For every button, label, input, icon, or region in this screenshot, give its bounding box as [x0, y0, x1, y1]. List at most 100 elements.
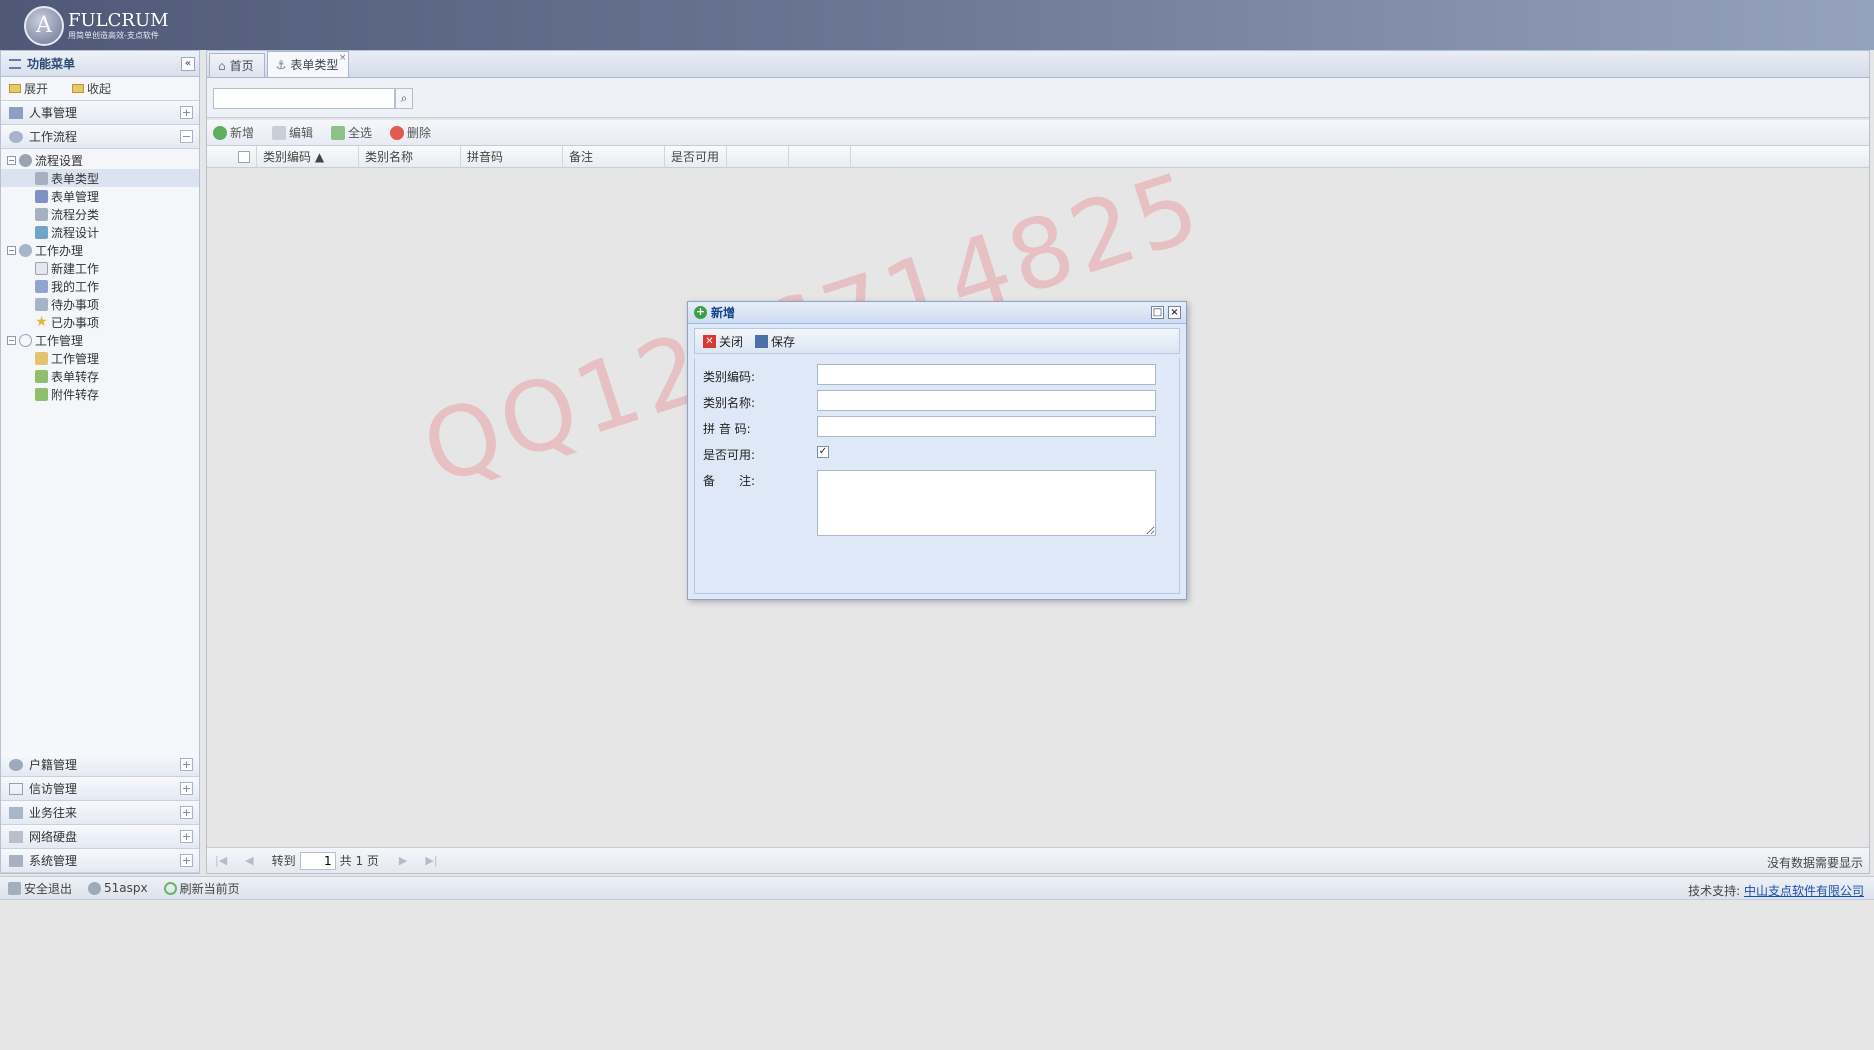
- expand-icon[interactable]: +: [180, 830, 193, 843]
- logout-button[interactable]: 安全退出: [8, 880, 72, 897]
- tab-form-type[interactable]: ⚓ 表单类型 ×: [266, 51, 350, 77]
- save-icon: [755, 334, 769, 348]
- pinyin-input[interactable]: [817, 416, 1156, 437]
- tree-node-form-manage[interactable]: 表单管理: [1, 187, 199, 205]
- disk-icon: [9, 830, 23, 843]
- sidebar-group-workflow[interactable]: 工作流程 −: [1, 125, 199, 149]
- edit-button[interactable]: 编辑: [272, 124, 313, 141]
- add-button[interactable]: 新增: [213, 124, 254, 141]
- next-page-icon[interactable]: ▶: [399, 854, 407, 867]
- company-link[interactable]: 中山支点软件有限公司: [1744, 884, 1864, 898]
- tree-node-flow-design[interactable]: 流程设计: [1, 223, 199, 241]
- tree-toggle-icon[interactable]: −: [7, 335, 16, 345]
- tree-node-form-type[interactable]: 表单类型: [1, 169, 199, 187]
- sidebar-group-petition[interactable]: 信访管理 +: [1, 777, 199, 801]
- sidebar-bottom-groups: 户籍管理 + 信访管理 + 业务往来 + 网络硬盘 + 系统管理 +: [1, 753, 199, 873]
- tree-node-work-manage-sub[interactable]: 工作管理: [1, 349, 199, 367]
- column-header-pinyin[interactable]: 拼音码: [461, 145, 563, 168]
- tree-node-done[interactable]: ★ 已办事项: [1, 313, 199, 331]
- dialog-toolbar: ✕ 关闭 保存: [694, 328, 1180, 354]
- refresh-icon: [163, 881, 177, 895]
- anchor-icon: ⚓: [275, 57, 287, 72]
- enabled-label: 是否可用:: [703, 448, 756, 462]
- pinyin-label: 拼 音 码:: [703, 422, 751, 436]
- first-page-icon[interactable]: |◀: [215, 854, 227, 867]
- system-icon: [9, 854, 23, 867]
- goto-label: 转到: [271, 854, 296, 868]
- tree-node-todo[interactable]: 待办事项: [1, 295, 199, 313]
- collapse-icon[interactable]: −: [180, 130, 193, 143]
- tree-node-my-work[interactable]: 我的工作: [1, 277, 199, 295]
- dialog-save-button[interactable]: 保存: [755, 333, 795, 350]
- sidebar-group-netdisk[interactable]: 网络硬盘 +: [1, 825, 199, 849]
- column-header-name[interactable]: 类别名称: [359, 145, 461, 168]
- new-document-icon: [35, 261, 48, 275]
- column-header-enabled[interactable]: 是否可用: [665, 145, 727, 168]
- expand-all-button[interactable]: 展开: [9, 80, 60, 97]
- tree-node-new-work[interactable]: 新建工作: [1, 259, 199, 277]
- power-icon: [19, 333, 32, 347]
- expand-icon[interactable]: +: [180, 106, 193, 119]
- sidebar-group-household[interactable]: 户籍管理 +: [1, 753, 199, 777]
- dialog-form: 类别编码: 类别名称: 拼 音 码: 是否可用: ✓ 备 注:: [694, 358, 1180, 594]
- tree-node-work-handling[interactable]: − 工作办理: [1, 241, 199, 259]
- pager-info: 没有数据需要显示: [1766, 856, 1863, 870]
- tree-node-form-archive[interactable]: 表单转存: [1, 367, 199, 385]
- tree-toggle-icon[interactable]: −: [7, 155, 16, 165]
- column-header-code[interactable]: 类别编码 ▲: [257, 145, 359, 168]
- gear-icon: [19, 153, 32, 167]
- grid-toolbar: 新增 编辑 全选 删除: [207, 120, 1869, 146]
- collapse-all-button[interactable]: 收起: [72, 80, 123, 97]
- dialog-close-button[interactable]: ✕ 关闭: [703, 333, 743, 350]
- maximize-icon[interactable]: □: [1151, 306, 1164, 319]
- anchor-icon: [35, 207, 48, 221]
- sidebar-title-label: 功能菜单: [27, 57, 76, 71]
- expand-icon[interactable]: +: [180, 806, 193, 819]
- code-input[interactable]: [817, 364, 1156, 385]
- logo-mark-icon: A: [24, 6, 64, 46]
- tab-home[interactable]: ⌂ 首页: [209, 53, 265, 77]
- search-input[interactable]: [213, 88, 395, 109]
- tab-close-icon[interactable]: ×: [339, 53, 347, 63]
- sidebar-collapse-button[interactable]: «: [181, 57, 195, 71]
- sidebar-group-system[interactable]: 系统管理 +: [1, 849, 199, 873]
- add-icon: +: [694, 305, 707, 319]
- remark-textarea[interactable]: [817, 470, 1156, 536]
- star-icon: ★: [35, 313, 48, 330]
- archive-icon: [35, 369, 48, 383]
- enabled-checkbox[interactable]: ✓: [817, 446, 829, 458]
- name-input[interactable]: [817, 390, 1156, 411]
- remark-label: 备 注:: [703, 474, 756, 488]
- expand-icon[interactable]: +: [180, 758, 193, 771]
- sidebar-group-business[interactable]: 业务往来 +: [1, 801, 199, 825]
- mail-icon: [9, 782, 23, 795]
- sidebar-group-hr[interactable]: 人事管理 +: [1, 101, 199, 125]
- grid-header: 类别编码 ▲ 类别名称 拼音码 备注 是否可用: [207, 145, 1869, 168]
- tree-node-work-manage[interactable]: − 工作管理: [1, 331, 199, 349]
- expand-icon[interactable]: +: [180, 782, 193, 795]
- refresh-button[interactable]: 刷新当前页: [163, 880, 240, 897]
- workflow-icon: [9, 130, 23, 143]
- tree-node-flow-category[interactable]: 流程分类: [1, 205, 199, 223]
- tab-bar: ⌂ 首页 ⚓ 表单类型 ×: [207, 51, 1869, 78]
- column-header-remark[interactable]: 备注: [563, 145, 665, 168]
- close-icon[interactable]: ×: [1168, 306, 1181, 319]
- page-number-input[interactable]: [299, 851, 336, 870]
- search-icon[interactable]: ⌕: [395, 88, 413, 109]
- pager: |◀ ◀ 转到 共 1 页 ▶ ▶| 没有数据需要显示: [207, 847, 1869, 873]
- logo-title: FULCRUM: [68, 10, 169, 31]
- select-all-button[interactable]: 全选: [331, 124, 372, 141]
- tree-node-attachment-archive[interactable]: 附件转存: [1, 385, 199, 403]
- prev-page-icon[interactable]: ◀: [245, 854, 253, 867]
- menu-icon: [9, 58, 21, 69]
- tree-toggle-icon[interactable]: −: [7, 245, 16, 255]
- folder-icon: [35, 351, 48, 365]
- current-user[interactable]: 51aspx: [88, 881, 148, 895]
- last-page-icon[interactable]: ▶|: [425, 854, 437, 867]
- tree-node-flow-settings[interactable]: − 流程设置: [1, 151, 199, 169]
- select-all-checkbox[interactable]: [235, 145, 257, 168]
- expand-icon[interactable]: +: [180, 854, 193, 867]
- delete-button[interactable]: 删除: [390, 124, 431, 141]
- workflow-icon: [19, 243, 32, 257]
- dialog-title-bar[interactable]: + 新增 □ ×: [688, 302, 1186, 324]
